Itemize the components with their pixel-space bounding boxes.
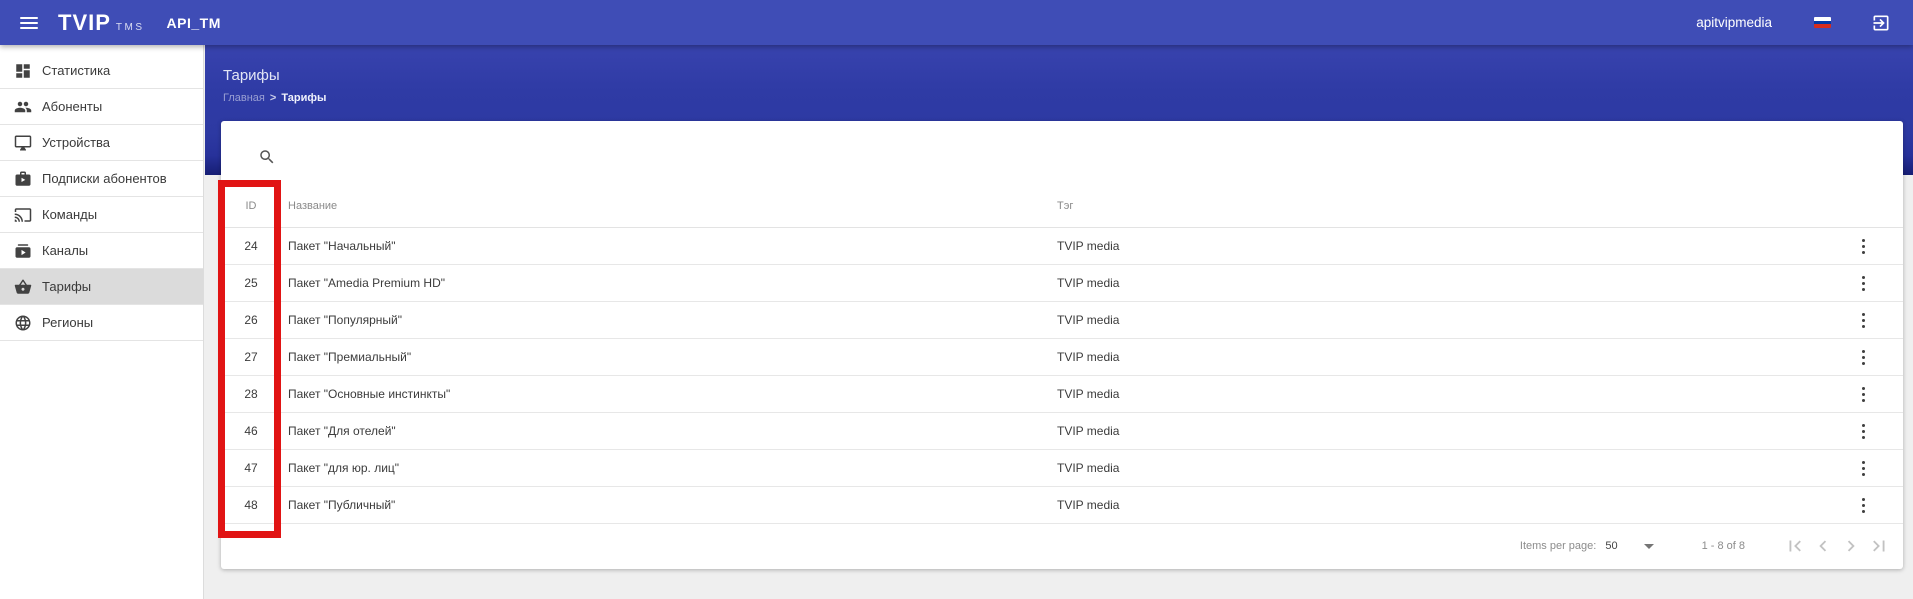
first-page-icon[interactable] (1781, 532, 1809, 560)
globe-icon (13, 313, 33, 333)
tariffs-card: ID Название Тэг 24 Пакет "Начальный" TVI… (221, 121, 1903, 569)
cell-id: 46 (244, 424, 258, 438)
cell-tag: TVIP media (1057, 461, 1120, 475)
kebab-menu-icon[interactable] (1851, 234, 1875, 258)
cast-icon (13, 205, 33, 225)
cell-tag: TVIP media (1057, 276, 1120, 290)
basket-icon (13, 277, 33, 297)
sidebar-item-channels[interactable]: Каналы (0, 233, 203, 269)
table-row: 24 Пакет "Начальный" TVIP media (221, 228, 1903, 265)
cell-id: 27 (244, 350, 258, 364)
kebab-menu-icon[interactable] (1851, 493, 1875, 517)
table-row: 47 Пакет "для юр. лиц" TVIP media (221, 450, 1903, 487)
kebab-menu-icon[interactable] (1851, 456, 1875, 480)
people-icon (13, 97, 33, 117)
search-icon[interactable] (258, 148, 276, 166)
cell-name: Пакет "Премиальный" (288, 350, 412, 364)
cell-id: 25 (244, 276, 258, 290)
sidebar-item-regions[interactable]: Регионы (0, 305, 203, 341)
items-per-page-select[interactable]: 50 (1605, 540, 1617, 552)
breadcrumb-current: Тарифы (281, 92, 327, 104)
sidebar-item-subscriptions[interactable]: Подписки абонентов (0, 161, 203, 197)
column-header-name: Название (288, 199, 338, 212)
cell-name: Пакет "для юр. лиц" (288, 461, 400, 475)
content-area: Тарифы Главная > Тарифы ID Название Тэг … (205, 45, 1913, 599)
sidebar-item-statistics[interactable]: Статистика (0, 53, 203, 89)
cell-tag: TVIP media (1057, 313, 1120, 327)
sidebar-item-tariffs[interactable]: Тарифы (0, 269, 203, 305)
table-row: 26 Пакет "Популярный" TVIP media (221, 302, 1903, 339)
cell-name: Пакет "Популярный" (288, 313, 402, 327)
sidebar-item-subscribers[interactable]: Абоненты (0, 89, 203, 125)
sidebar-item-commands[interactable]: Команды (0, 197, 203, 233)
sidebar-item-label: Каналы (42, 243, 89, 258)
table-row: 46 Пакет "Для отелей" TVIP media (221, 413, 1903, 450)
cell-id: 24 (244, 239, 258, 253)
sidebar-item-label: Абоненты (42, 99, 103, 114)
table-row: 25 Пакет "Amedia Premium HD" TVIP media (221, 265, 1903, 302)
sidebar-item-label: Устройства (42, 135, 111, 150)
cell-id: 48 (244, 498, 258, 512)
cell-name: Пакет "Основные инстинкты" (288, 387, 451, 401)
kebab-menu-icon[interactable] (1851, 345, 1875, 369)
app-bar: TVIP TMS API_TM apitvipmedia (0, 0, 1913, 45)
cell-id: 47 (244, 461, 258, 475)
device-monitor-icon (13, 133, 33, 153)
cell-name: Пакет "Начальный" (288, 239, 396, 253)
cell-tag: TVIP media (1057, 424, 1120, 438)
sidebar: Статистика Абоненты Устройства Подписки … (0, 45, 204, 599)
sidebar-item-label: Подписки абонентов (42, 171, 167, 186)
cell-id: 28 (244, 387, 258, 401)
environment-label: API_TM (166, 14, 221, 31)
menu-icon[interactable] (12, 8, 46, 38)
cell-tag: TVIP media (1057, 239, 1120, 253)
cell-id: 26 (244, 313, 258, 327)
column-header-id: ID (245, 199, 257, 212)
dashboard-icon (13, 61, 33, 81)
flag-ru-icon[interactable] (1814, 17, 1831, 28)
logo-text: TVIP (58, 9, 111, 35)
sidebar-item-label: Регионы (42, 315, 94, 330)
cell-name: Пакет "Публичный" (288, 498, 396, 512)
column-header-tag: Тэг (1057, 199, 1074, 212)
table-row: 28 Пакет "Основные инстинкты" TVIP media (221, 376, 1903, 413)
table-paginator: Items per page: 50 1 - 8 of 8 (221, 524, 1903, 568)
logo-subtext: TMS (115, 21, 145, 33)
cell-name: Пакет "Amedia Premium HD" (288, 276, 446, 290)
table-toolbar (221, 121, 1903, 184)
kebab-menu-icon[interactable] (1851, 382, 1875, 406)
items-per-page-label: Items per page: (1519, 540, 1597, 552)
cell-name: Пакет "Для отелей" (288, 424, 396, 438)
sidebar-item-label: Команды (42, 207, 98, 222)
page-title: Тарифы (223, 67, 280, 84)
cell-tag: TVIP media (1057, 387, 1120, 401)
kebab-menu-icon[interactable] (1851, 419, 1875, 443)
brand-logo: TVIP TMS (58, 10, 145, 36)
breadcrumb: Главная > Тарифы (223, 92, 326, 104)
sidebar-item-devices[interactable]: Устройства (0, 125, 203, 161)
briefcase-play-icon (13, 169, 33, 189)
last-page-icon[interactable] (1865, 532, 1893, 560)
kebab-menu-icon[interactable] (1851, 308, 1875, 332)
cell-tag: TVIP media (1057, 498, 1120, 512)
table-header-row: ID Название Тэг (221, 184, 1903, 228)
sidebar-item-label: Статистика (42, 63, 111, 78)
next-page-icon[interactable] (1837, 532, 1865, 560)
kebab-menu-icon[interactable] (1851, 271, 1875, 295)
table-row: 27 Пакет "Премиальный" TVIP media (221, 339, 1903, 376)
channels-play-icon (13, 241, 33, 261)
prev-page-icon[interactable] (1809, 532, 1837, 560)
breadcrumb-separator: > (269, 92, 277, 104)
chevron-down-icon[interactable] (1643, 543, 1654, 549)
table-row: 48 Пакет "Публичный" TVIP media (221, 487, 1903, 524)
logout-icon[interactable] (1871, 13, 1891, 33)
username-menu[interactable]: apitvipmedia (1696, 15, 1772, 30)
sidebar-item-label: Тарифы (42, 279, 92, 294)
cell-tag: TVIP media (1057, 350, 1120, 364)
breadcrumb-home-link[interactable]: Главная (223, 92, 265, 104)
page-range-label: 1 - 8 of 8 (1701, 540, 1745, 552)
